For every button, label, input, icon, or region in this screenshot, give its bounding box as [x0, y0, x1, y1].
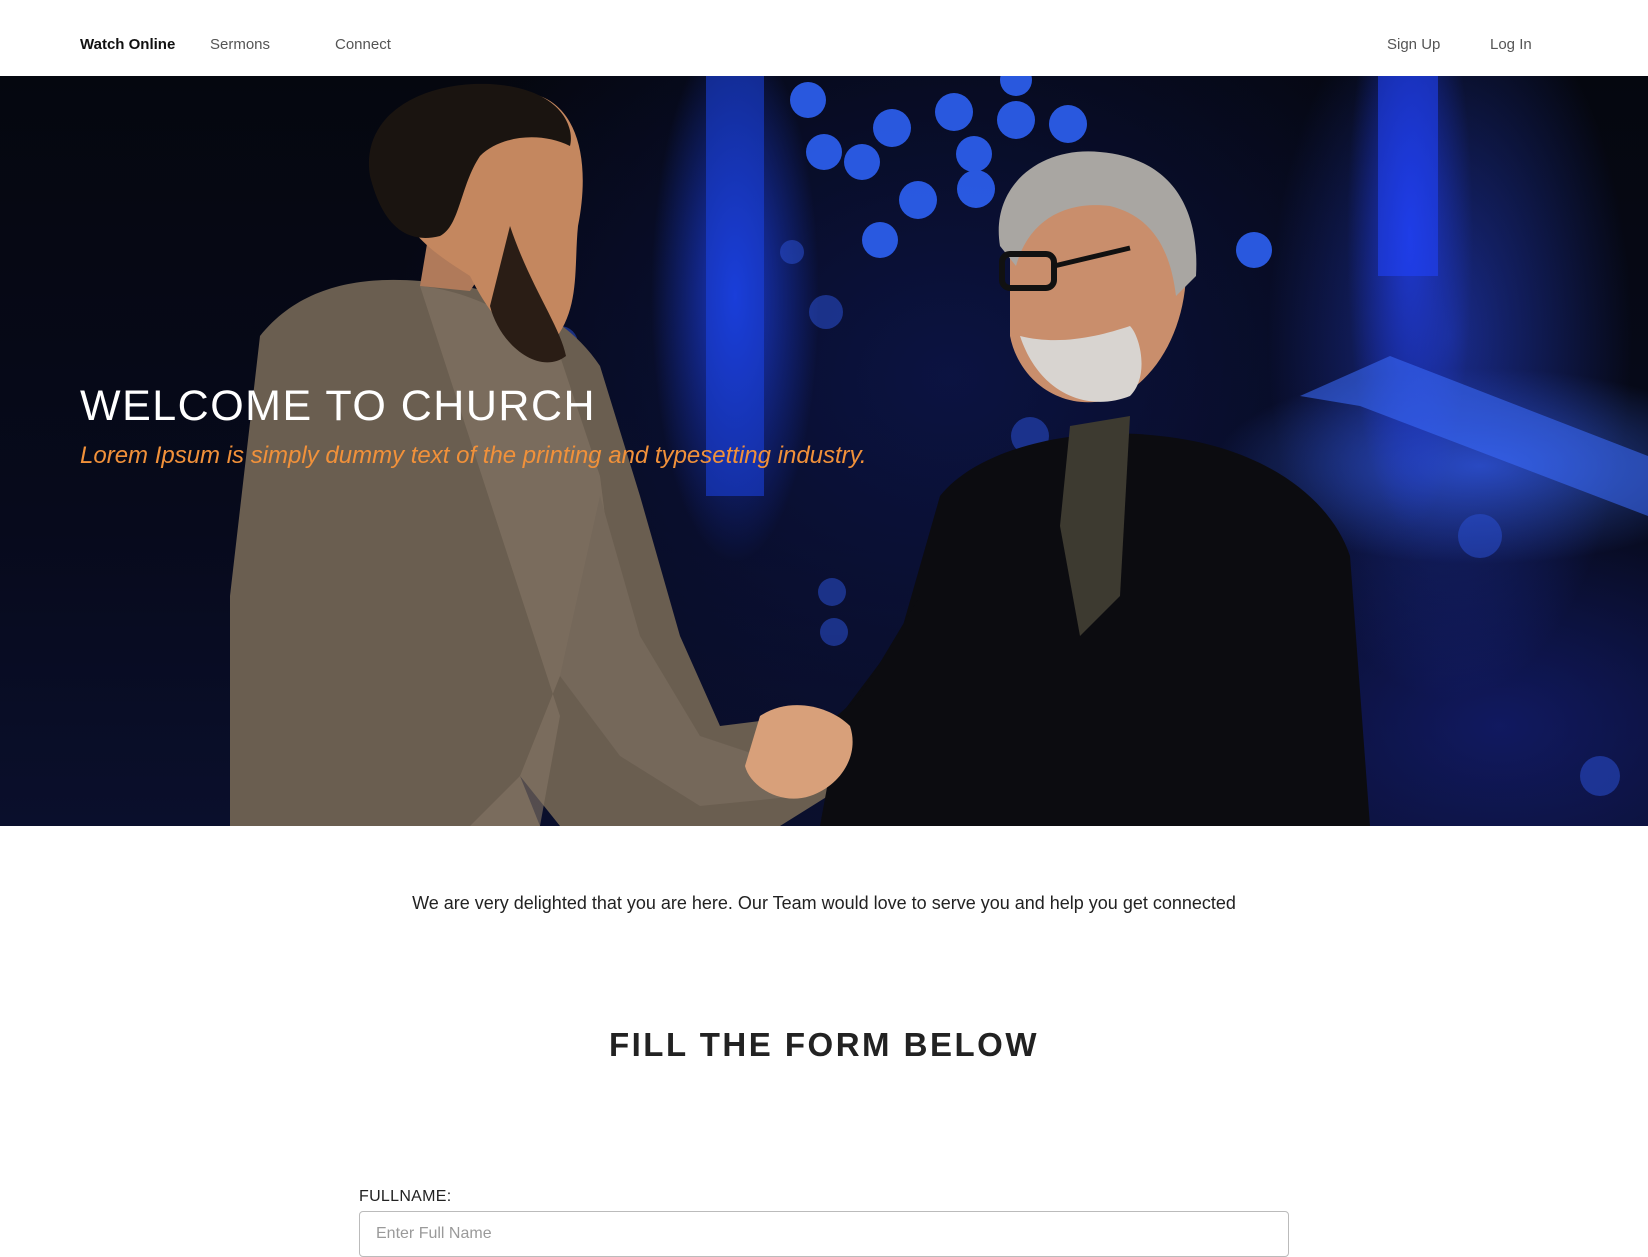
log-in-link[interactable]: Log In — [1490, 36, 1532, 53]
nav-link-sermons[interactable]: Sermons — [210, 36, 270, 53]
fullname-input[interactable] — [359, 1211, 1289, 1257]
form-heading: FILL THE FORM BELOW — [608, 1026, 1039, 1063]
top-navigation: Watch Online Sermons Connect Sign Up Log… — [0, 0, 1648, 76]
hero-banner: WELCOME TO CHURCH Lorem Ipsum is simply … — [0, 76, 1648, 826]
welcome-intro-text: We are very delighted that you are here.… — [412, 893, 1236, 913]
fullname-label: FULLNAME: — [359, 1188, 452, 1205]
nav-link-connect[interactable]: Connect — [335, 36, 391, 53]
sign-up-link[interactable]: Sign Up — [1387, 36, 1440, 53]
hero-subtitle: Lorem Ipsum is simply dummy text of the … — [80, 442, 867, 469]
hero-title: WELCOME TO CHURCH — [80, 382, 597, 430]
nav-link-watch-online[interactable]: Watch Online — [80, 36, 175, 53]
